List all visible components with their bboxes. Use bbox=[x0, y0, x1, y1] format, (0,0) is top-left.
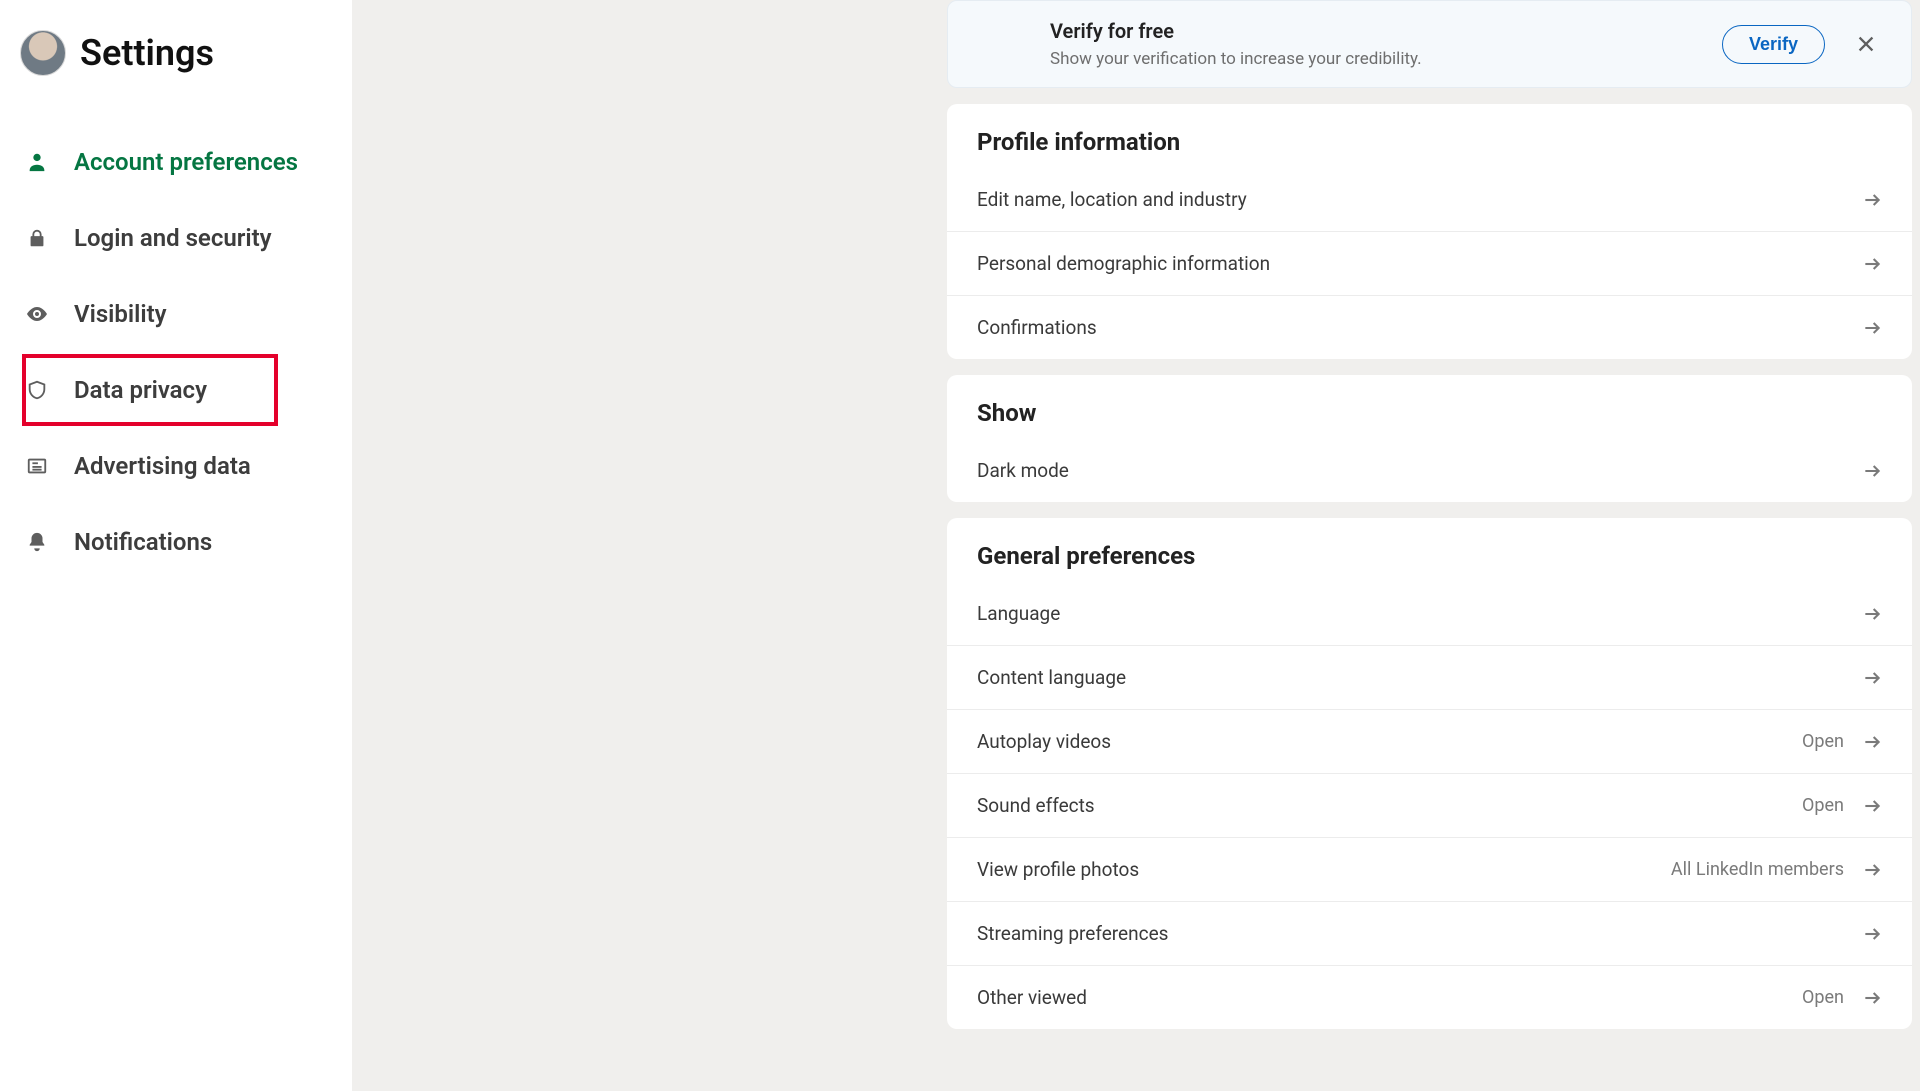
show-card: Show Dark mode bbox=[947, 375, 1912, 502]
verify-subtitle: Show your verification to increase your … bbox=[1050, 49, 1722, 69]
arrow-right-icon bbox=[1862, 796, 1882, 816]
verify-button[interactable]: Verify bbox=[1722, 25, 1825, 64]
row-value: All LinkedIn members bbox=[1671, 859, 1844, 880]
sidebar-item-label: Login and security bbox=[74, 224, 272, 252]
verify-banner: Verify for free Show your verification t… bbox=[947, 0, 1912, 88]
arrow-right-icon bbox=[1862, 604, 1882, 624]
row-autoplay-videos[interactable]: Autoplay videos Open bbox=[947, 709, 1912, 773]
row-label: Personal demographic information bbox=[977, 252, 1270, 275]
profile-information-card: Profile information Edit name, location … bbox=[947, 104, 1912, 359]
sidebar-item-label: Advertising data bbox=[74, 452, 251, 480]
sidebar-item-notifications[interactable]: Notifications bbox=[20, 504, 352, 580]
sidebar-item-label: Data privacy bbox=[74, 376, 207, 404]
page-title: Settings bbox=[80, 32, 214, 74]
row-label: View profile photos bbox=[977, 858, 1139, 881]
row-label: Autoplay videos bbox=[977, 730, 1111, 753]
row-language[interactable]: Language bbox=[947, 582, 1912, 645]
row-label: Dark mode bbox=[977, 459, 1069, 482]
sidebar-item-data-privacy[interactable]: Data privacy bbox=[20, 352, 280, 428]
arrow-right-icon bbox=[1862, 254, 1882, 274]
row-label: Other viewed bbox=[977, 986, 1087, 1009]
row-sound-effects[interactable]: Sound effects Open bbox=[947, 773, 1912, 837]
sidebar-item-visibility[interactable]: Visibility bbox=[20, 276, 352, 352]
main-content: Verify for free Show your verification t… bbox=[947, 0, 1920, 1091]
row-value: Open bbox=[1802, 987, 1844, 1008]
row-streaming-preferences[interactable]: Streaming preferences bbox=[947, 901, 1912, 965]
row-other-viewed[interactable]: Other viewed Open bbox=[947, 965, 1912, 1029]
arrow-right-icon bbox=[1862, 461, 1882, 481]
row-dark-mode[interactable]: Dark mode bbox=[947, 439, 1912, 502]
row-confirmations[interactable]: Confirmations bbox=[947, 295, 1912, 359]
row-label: Content language bbox=[977, 666, 1126, 689]
lock-icon bbox=[24, 225, 50, 251]
arrow-right-icon bbox=[1862, 668, 1882, 688]
sidebar: Settings Account preferences Login and s… bbox=[0, 0, 352, 1091]
row-label: Sound effects bbox=[977, 794, 1095, 817]
verify-title: Verify for free bbox=[1050, 19, 1722, 43]
sidebar-item-login-security[interactable]: Login and security bbox=[20, 200, 352, 276]
row-edit-name[interactable]: Edit name, location and industry bbox=[947, 168, 1912, 231]
eye-icon bbox=[24, 301, 50, 327]
user-icon bbox=[24, 149, 50, 175]
row-value: Open bbox=[1802, 795, 1844, 816]
sidebar-item-label: Visibility bbox=[74, 300, 167, 328]
section-title-profile: Profile information bbox=[947, 104, 1912, 168]
sidebar-nav: Account preferences Login and security V… bbox=[20, 124, 352, 580]
general-preferences-card: General preferences Language Content lan… bbox=[947, 518, 1912, 1029]
newspaper-icon bbox=[24, 453, 50, 479]
row-content-language[interactable]: Content language bbox=[947, 645, 1912, 709]
sidebar-item-label: Account preferences bbox=[74, 148, 298, 176]
row-label: Confirmations bbox=[977, 316, 1097, 339]
arrow-right-icon bbox=[1862, 732, 1882, 752]
arrow-right-icon bbox=[1862, 318, 1882, 338]
avatar[interactable] bbox=[20, 30, 66, 76]
row-demographic[interactable]: Personal demographic information bbox=[947, 231, 1912, 295]
row-label: Language bbox=[977, 602, 1060, 625]
shield-icon bbox=[24, 377, 50, 403]
row-label: Streaming preferences bbox=[977, 922, 1168, 945]
sidebar-item-advertising-data[interactable]: Advertising data bbox=[20, 428, 352, 504]
section-title-show: Show bbox=[947, 375, 1912, 439]
arrow-right-icon bbox=[1862, 860, 1882, 880]
row-label: Edit name, location and industry bbox=[977, 188, 1247, 211]
sidebar-item-account-preferences[interactable]: Account preferences bbox=[20, 124, 352, 200]
arrow-right-icon bbox=[1862, 988, 1882, 1008]
content-gap bbox=[352, 0, 947, 1091]
section-title-general: General preferences bbox=[947, 518, 1912, 582]
arrow-right-icon bbox=[1862, 190, 1882, 210]
row-value: Open bbox=[1802, 731, 1844, 752]
bell-icon bbox=[24, 529, 50, 555]
sidebar-item-label: Notifications bbox=[74, 528, 212, 556]
close-icon[interactable] bbox=[1849, 27, 1883, 61]
sidebar-header: Settings bbox=[20, 20, 352, 96]
row-view-profile-photos[interactable]: View profile photos All LinkedIn members bbox=[947, 837, 1912, 901]
arrow-right-icon bbox=[1862, 924, 1882, 944]
